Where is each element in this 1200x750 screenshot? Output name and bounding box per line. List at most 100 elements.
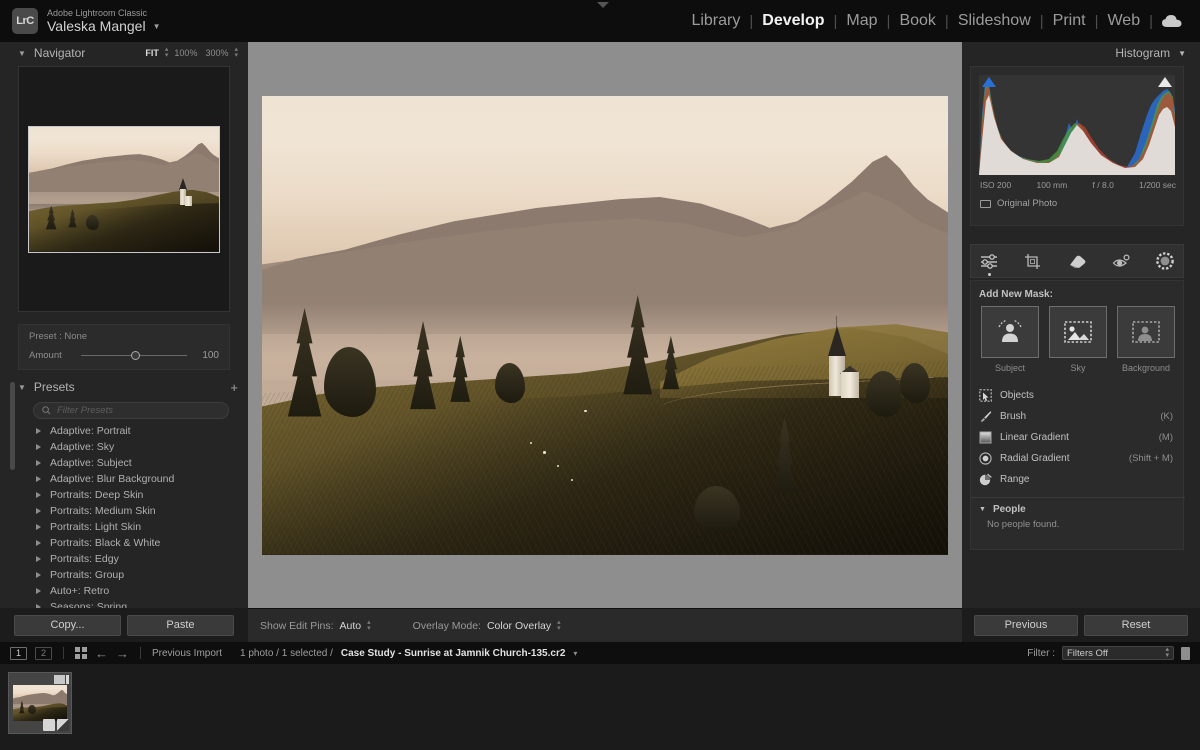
add-preset-button[interactable]: + [230,380,238,395]
edit-sliders-icon[interactable] [978,250,1000,272]
navigator-title: Navigator [34,46,143,60]
filter-dropdown[interactable]: Filters Off ▴▾ [1062,646,1174,660]
preset-group-portraits-black-and-white[interactable]: Portraits: Black & White [18,535,230,551]
module-web[interactable]: Web [1098,12,1149,30]
preset-group-adaptive-portrait[interactable]: Adaptive: Portrait [18,423,230,439]
user-name: Valeska Mangel [47,18,146,34]
zoom-fit[interactable]: FIT [143,48,161,58]
mask-tool-linear-gradient[interactable]: Linear Gradient (M) [971,427,1183,448]
healing-icon[interactable] [1066,250,1088,272]
chevron-down-icon[interactable]: ▼ [18,383,26,392]
monitor-1-button[interactable]: 1 [10,647,27,660]
main-photo[interactable] [262,96,948,555]
module-library[interactable]: Library [682,12,749,30]
copy-button[interactable]: Copy... [14,615,121,636]
preset-label: Portraits: Edgy [50,553,119,565]
chevron-down-icon[interactable]: ▼ [979,506,986,513]
chevron-down-icon[interactable]: ▼ [1178,49,1186,58]
shadow-clipping-indicator[interactable] [982,77,996,87]
mask-tool-range[interactable]: Range [971,469,1183,490]
zoom-fit-stepper[interactable]: ▴▾ [165,47,169,59]
filename-dropdown-caret[interactable]: ▾ [573,649,577,658]
crop-badge-icon[interactable] [43,719,55,731]
grid-view-icon[interactable] [75,647,87,659]
show-edit-pins-control[interactable]: Show Edit Pins: Auto ▴▾ [260,620,371,632]
sky-mask-button[interactable] [1049,306,1107,358]
overlay-mode-stepper[interactable]: ▴▾ [557,620,561,632]
module-book[interactable]: Book [890,12,944,30]
subject-mask-button[interactable] [981,306,1039,358]
mask-type-tiles: Subject Sky [971,306,1183,373]
zoom-300[interactable]: 300% [203,48,230,58]
image-canvas[interactable] [248,42,962,608]
people-header[interactable]: ▼ People [971,498,1185,519]
current-filename[interactable]: Case Study - Sunrise at Jamnik Church-13… [341,648,566,659]
zoom-100[interactable]: 100% [172,48,199,58]
back-arrow-icon[interactable]: ← [95,646,108,661]
zoom-level-stepper[interactable]: ▴▾ [234,47,238,59]
filter-toggle-icon[interactable] [1181,647,1190,660]
navigator-zoom-levels: FIT ▴▾ 100% 300% ▴▾ [143,47,238,59]
mask-tool-radial-gradient[interactable]: Radial Gradient (Shift + M) [971,448,1183,469]
church-spire [828,326,846,356]
presets-header[interactable]: ▼ Presets + [0,376,248,398]
histogram-graph[interactable] [979,75,1175,175]
paste-button[interactable]: Paste [127,615,234,636]
masking-icon[interactable] [1154,250,1176,272]
forward-arrow-icon[interactable]: → [116,646,129,661]
crop-icon[interactable] [1022,250,1044,272]
highlight-clipping-indicator[interactable] [1158,77,1172,87]
user-account[interactable]: Valeska Mangel ▼ [47,18,161,34]
mask-tile-subject[interactable]: Subject [981,306,1039,373]
toolbar-divider [140,647,141,659]
module-slideshow[interactable]: Slideshow [949,12,1040,30]
amount-value: 100 [195,350,219,361]
preset-group-portraits-group[interactable]: Portraits: Group [18,567,230,583]
background-mask-button[interactable] [1117,306,1175,358]
brand-identity[interactable]: LrC Adobe Lightroom Classic Valeska Mang… [0,8,161,34]
filter-stepper[interactable]: ▴▾ [1165,647,1169,659]
overlay-mode-value[interactable]: Color Overlay [487,620,551,632]
preset-label: Portraits: Black & White [50,537,160,549]
cloud-sync-icon[interactable] [1153,15,1192,28]
module-map[interactable]: Map [837,12,886,30]
chevron-down-icon[interactable]: ▼ [153,22,161,31]
navigator-header[interactable]: ▼ Navigator FIT ▴▾ 100% 300% ▴▾ [0,42,248,64]
preset-group-portraits-medium-skin[interactable]: Portraits: Medium Skin [18,503,230,519]
previous-button[interactable]: Previous [974,615,1078,636]
preset-group-adaptive-subject[interactable]: Adaptive: Subject [18,455,230,471]
mask-tool-objects[interactable]: Objects [971,385,1183,406]
preset-group-portraits-edgy[interactable]: Portraits: Edgy [18,551,230,567]
develop-badge-icon[interactable] [57,719,69,731]
mask-tool-brush[interactable]: Brush (K) [971,406,1183,427]
preset-group-portraits-light-skin[interactable]: Portraits: Light Skin [18,519,230,535]
preset-group-portraits-deep-skin[interactable]: Portraits: Deep Skin [18,487,230,503]
product-name: Adobe Lightroom Classic [47,8,161,18]
amount-slider-handle[interactable] [131,351,140,360]
mask-tile-background[interactable]: Background [1117,306,1175,373]
source-label[interactable]: Previous Import [152,648,222,659]
left-panel-scrollbar[interactable] [10,382,15,470]
monitor-2-button[interactable]: 2 [35,647,52,660]
original-photo-toggle[interactable]: Original Photo [980,198,1057,209]
module-develop[interactable]: Develop [753,12,833,30]
preset-group-adaptive-sky[interactable]: Adaptive: Sky [18,439,230,455]
amount-slider-track[interactable] [81,355,187,356]
preset-filter-input[interactable]: Filter Presets [33,402,229,419]
linear-gradient-icon [979,431,992,444]
show-edit-pins-stepper[interactable]: ▴▾ [367,620,371,632]
red-eye-icon[interactable] [1110,250,1132,272]
overlay-mode-control[interactable]: Overlay Mode: Color Overlay ▴▾ [413,620,561,632]
navigator-preview[interactable] [18,66,230,312]
show-edit-pins-value[interactable]: Auto [340,620,362,632]
filmstrip-thumbnail[interactable] [8,672,72,734]
preset-group-adaptive-blur-background[interactable]: Adaptive: Blur Background [18,471,230,487]
collapse-top-panel-arrow[interactable] [597,2,609,8]
amount-slider-row[interactable]: Amount 100 [29,350,219,361]
histogram-header[interactable]: Histogram ▼ [962,42,1200,64]
preset-group-auto-retro[interactable]: Auto+: Retro [18,583,230,599]
mask-tile-sky[interactable]: Sky [1049,306,1107,373]
reset-button[interactable]: Reset [1084,615,1188,636]
module-print[interactable]: Print [1044,12,1095,30]
chevron-down-icon[interactable]: ▼ [18,49,26,58]
